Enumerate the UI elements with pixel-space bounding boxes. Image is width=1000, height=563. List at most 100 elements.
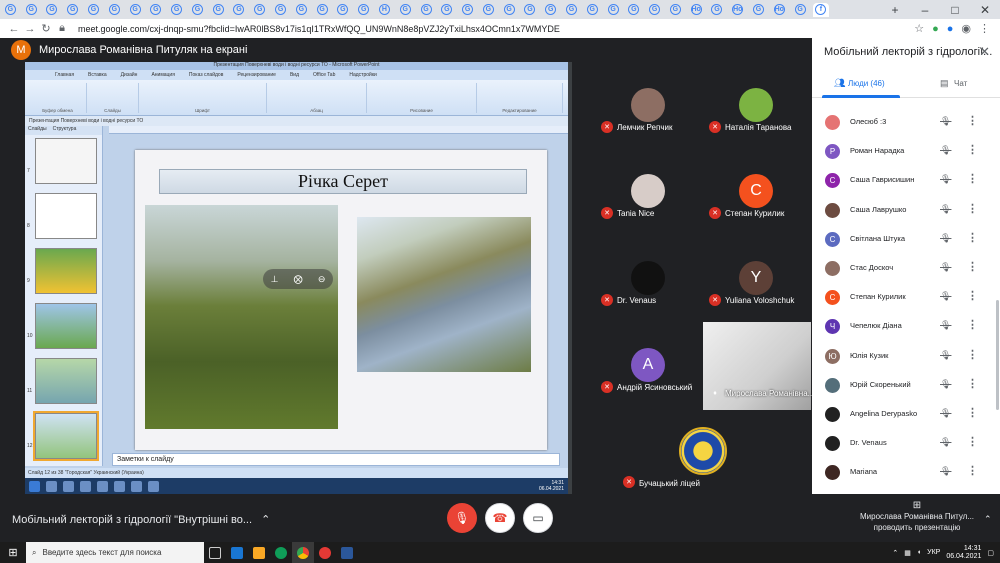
mic-toggle-button[interactable]: 🎙︎ (447, 503, 477, 533)
presenting-indicator[interactable]: ⊞ Мирослава Романівна Питул... проводить… (852, 500, 982, 533)
browser-tab[interactable]: Ho (771, 3, 787, 17)
mic-off-icon[interactable]: 🎙︎ (940, 379, 951, 390)
browser-tab[interactable]: G (231, 3, 247, 17)
browser-tab[interactable]: G (65, 3, 81, 17)
chevron-up-icon[interactable]: ⌃ (892, 549, 898, 557)
browser-tab[interactable]: G (2, 3, 18, 17)
tab-people[interactable]: Люди (46) (848, 79, 885, 88)
more-options-icon[interactable]: ⋮ (967, 406, 978, 419)
participant-tile-video[interactable]: ♦ Мирослава Романівна... (703, 322, 814, 410)
more-options-icon[interactable]: ⋮ (967, 231, 978, 244)
people-scrollbar[interactable] (996, 300, 999, 410)
browser-tab[interactable]: G (356, 3, 372, 17)
notifications-icon[interactable]: ▢ (987, 549, 994, 557)
more-options-icon[interactable]: ⋮ (967, 114, 978, 127)
mail-icon[interactable] (226, 542, 248, 563)
browser-tab[interactable]: G (501, 3, 517, 17)
mic-off-icon[interactable]: 🎙︎ (940, 174, 951, 185)
close-icon[interactable]: ✕ (979, 44, 990, 60)
edge-icon[interactable] (270, 542, 292, 563)
menu-icon[interactable]: ⋮ (979, 22, 990, 35)
browser-tab[interactable]: G (439, 3, 455, 17)
chevron-up-icon[interactable]: ⌃ (984, 514, 992, 525)
task-view-icon[interactable] (204, 542, 226, 563)
browser-tab[interactable]: G (252, 3, 268, 17)
browser-tab[interactable]: G (563, 3, 579, 17)
meeting-title[interactable]: Мобільний лекторій з гідрології "Внутріш… (12, 513, 270, 526)
browser-tab[interactable]: G (397, 3, 413, 17)
browser-tab[interactable]: G (522, 3, 538, 17)
mic-off-icon[interactable]: 🎙︎ (940, 408, 951, 419)
participant-tile[interactable]: С ✕ Степан Курилик (703, 148, 811, 230)
people-list-item[interactable]: Р Роман Нарадка 🎙︎ ⋮ (812, 137, 992, 166)
more-options-icon[interactable]: ⋮ (967, 348, 978, 361)
taskbar-search[interactable]: ⌕ Введите здесь текст для поиска (26, 542, 204, 563)
browser-tab[interactable]: G (667, 3, 683, 17)
mic-off-icon[interactable]: 🎙︎ (940, 437, 951, 448)
browser-tab[interactable]: G (480, 3, 496, 17)
close-window-icon[interactable]: ✕ (970, 3, 1000, 17)
mic-off-icon[interactable]: 🎙︎ (940, 233, 951, 244)
more-options-icon[interactable]: ⋮ (967, 377, 978, 390)
participant-tile-school[interactable]: ✕ Бучацький ліцей (617, 410, 811, 494)
browser-tab[interactable]: G (418, 3, 434, 17)
browser-tab[interactable]: G (148, 3, 164, 17)
more-options-icon[interactable]: ⋮ (967, 464, 978, 477)
participant-tile[interactable]: Y ✕ Yuliana Voloshchuk (703, 235, 811, 317)
forward-icon[interactable]: → (22, 23, 38, 35)
participant-tile[interactable]: ✕ Dr. Venaus (595, 235, 703, 317)
browser-tab[interactable]: G (273, 3, 289, 17)
windows-start-icon[interactable]: ⊞ (0, 546, 26, 559)
volume-icon[interactable]: ◖ (917, 549, 921, 556)
browser-tab[interactable]: G (210, 3, 226, 17)
browser-tab[interactable]: G (44, 3, 60, 17)
people-list-item[interactable]: Саша Лаврушко 🎙︎ ⋮ (812, 196, 992, 225)
star-icon[interactable]: ☆ (914, 22, 924, 35)
new-tab-icon[interactable]: + (880, 3, 910, 17)
browser-tab[interactable]: G (626, 3, 642, 17)
more-options-icon[interactable]: ⋮ (967, 143, 978, 156)
browser-tab[interactable]: G (751, 3, 767, 17)
word-icon[interactable] (336, 542, 358, 563)
more-options-icon[interactable]: ⋮ (967, 289, 978, 302)
more-options-icon[interactable]: ⋮ (967, 260, 978, 273)
more-options-icon[interactable]: ⋮ (967, 172, 978, 185)
people-list-item[interactable]: С Степан Курилик 🎙︎ ⋮ (812, 283, 992, 312)
browser-tab[interactable]: G (314, 3, 330, 17)
participant-tile[interactable]: ✕ Лемчик Репчик (595, 62, 703, 144)
browser-tab[interactable]: Ho (688, 3, 704, 17)
minimize-icon[interactable]: – (910, 3, 940, 17)
browser-tab[interactable]: G (293, 3, 309, 17)
mic-off-icon[interactable]: 🎙︎ (940, 116, 951, 127)
browser-tab[interactable]: G (543, 3, 559, 17)
people-list-item[interactable]: Ч Чепелюк Діана 🎙︎ ⋮ (812, 312, 992, 341)
browser-tab[interactable]: G (647, 3, 663, 17)
back-icon[interactable]: ← (6, 23, 22, 35)
browser-tab[interactable]: G (106, 3, 122, 17)
participant-tile[interactable]: ✕ Наталія Таранова (703, 62, 811, 144)
people-list-item[interactable]: Ю Юлія Кузик 🎙︎ ⋮ (812, 342, 992, 371)
browser-tab[interactable]: G (792, 3, 808, 17)
browser-tab[interactable]: G (23, 3, 39, 17)
browser-tab[interactable]: G (335, 3, 351, 17)
people-list-item[interactable]: Юрій Скоренький 🎙︎ ⋮ (812, 371, 992, 400)
browser-tab[interactable]: Ho (730, 3, 746, 17)
maximize-icon[interactable]: □ (940, 3, 970, 17)
extension-icon[interactable]: ● (932, 23, 939, 35)
tab-chat[interactable]: Чат (954, 79, 967, 88)
extension-icon[interactable]: ● (947, 23, 954, 35)
language-indicator[interactable]: УКР (927, 549, 940, 556)
browser-tab[interactable]: G (584, 3, 600, 17)
folder-icon[interactable] (248, 542, 270, 563)
browser-tab[interactable]: G (189, 3, 205, 17)
mic-off-icon[interactable]: 🎙︎ (940, 350, 951, 361)
camera-toggle-button[interactable]: ▭ (523, 503, 553, 533)
participant-tile[interactable]: А ✕ Андрій Ясиновський (595, 322, 703, 404)
url-text[interactable]: meet.google.com/cxj-dnqp-smu?fbclid=IwAR… (78, 24, 560, 34)
people-list-item[interactable]: С Світлана Штука 🎙︎ ⋮ (812, 225, 992, 254)
remove-icon[interactable]: ⊖ (318, 274, 326, 285)
people-list-item[interactable]: Dr. Venaus 🎙︎ ⋮ (812, 429, 992, 458)
participant-tile[interactable]: ✕ Tania Nice (595, 148, 703, 230)
mute-icon[interactable]: ⨂ (294, 274, 303, 285)
network-icon[interactable]: ▦ (904, 549, 911, 557)
